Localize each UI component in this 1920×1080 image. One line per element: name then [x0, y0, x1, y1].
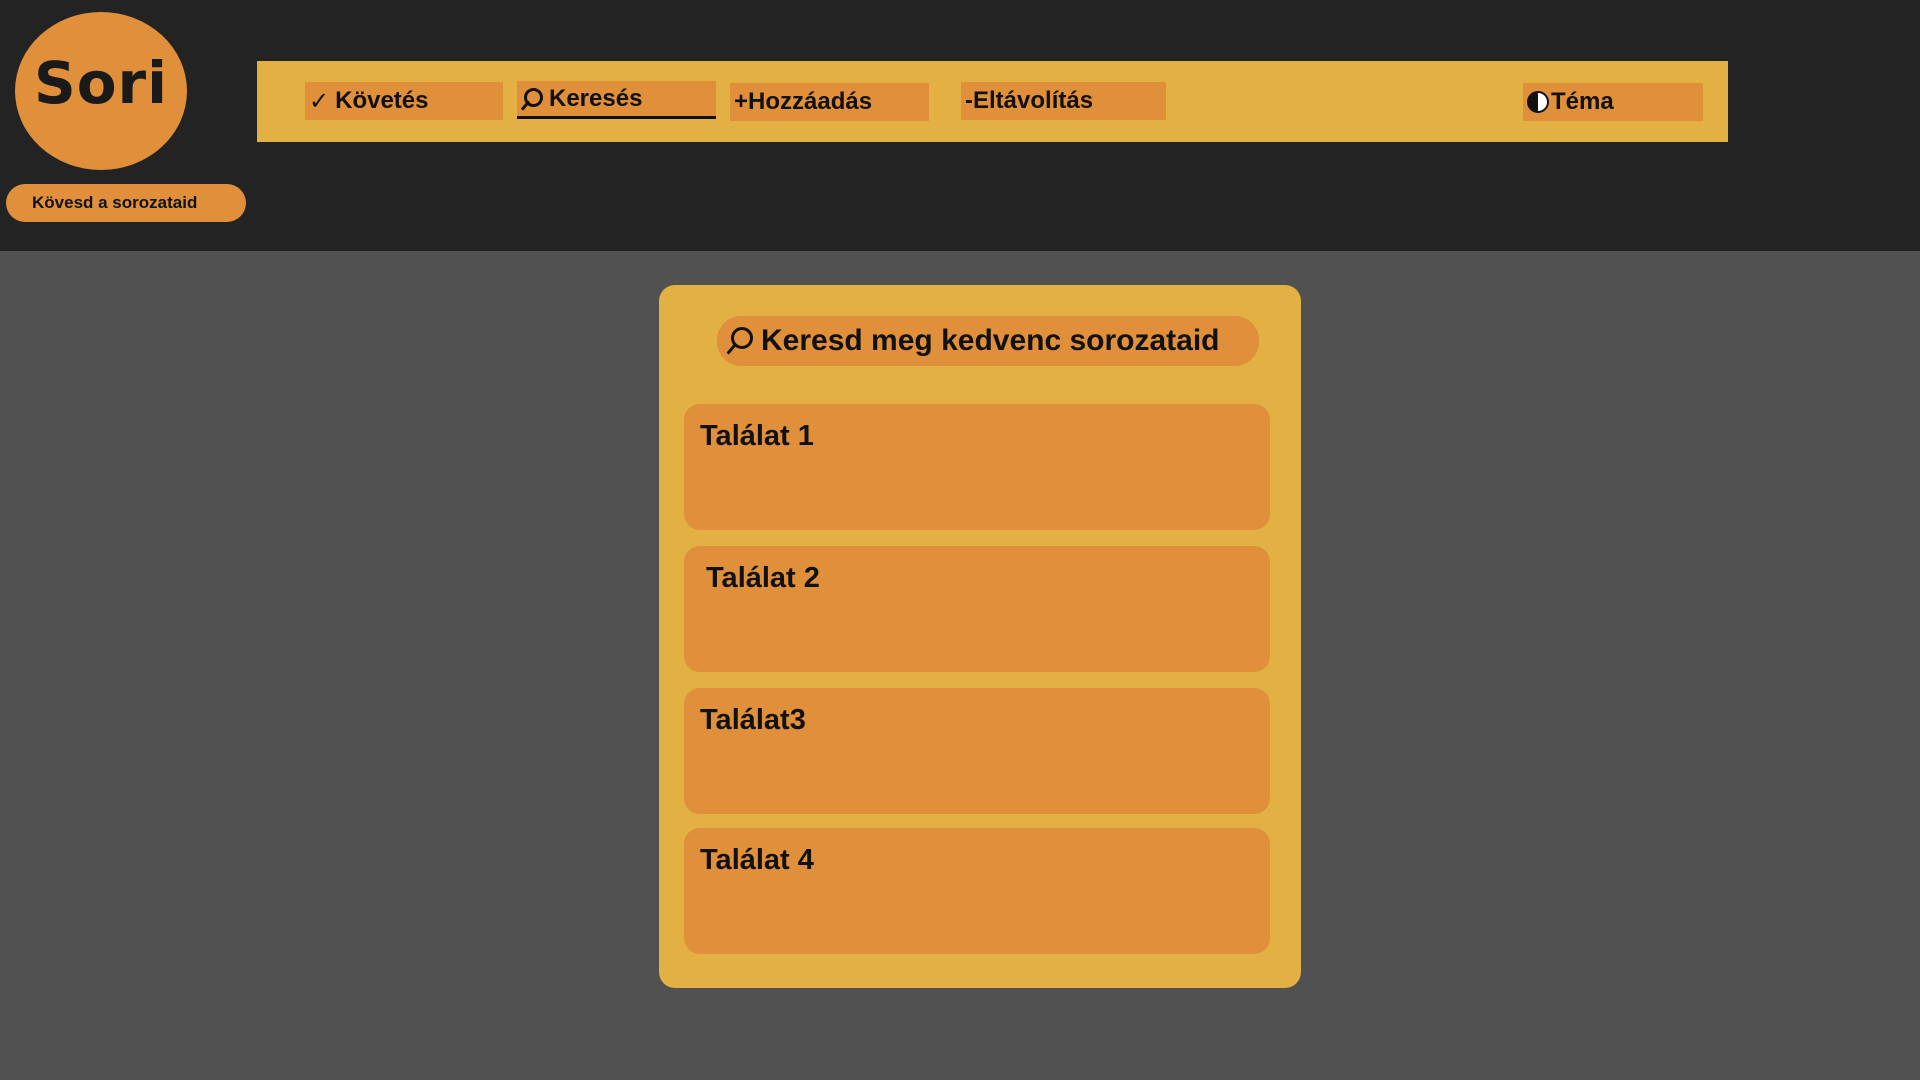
nav-theme-button[interactable]: Téma: [1523, 83, 1703, 121]
plus-icon: +: [734, 88, 749, 115]
nav-remove-label: Eltávolítás: [973, 87, 1094, 114]
half-circle-icon: [1527, 91, 1549, 113]
search-icon: [521, 87, 543, 111]
result-item[interactable]: Találat 4: [684, 828, 1270, 954]
result-item[interactable]: Találat3: [684, 688, 1270, 814]
result-label: Találat 1: [700, 420, 814, 452]
nav-follow-button[interactable]: ✓ Követés: [305, 82, 503, 120]
result-label: Találat3: [700, 704, 806, 736]
nav-follow-label: Követés: [335, 87, 429, 114]
result-item[interactable]: Találat 1: [684, 404, 1270, 530]
nav-remove-button[interactable]: - Eltávolítás: [961, 82, 1166, 120]
logo[interactable]: Sori: [15, 12, 187, 170]
result-item[interactable]: Találat 2: [684, 546, 1270, 672]
nav-search-button[interactable]: Keresés: [517, 81, 716, 119]
nav-bar: ✓ Követés Keresés + Hozzáadás - Eltávolí…: [257, 61, 1728, 142]
nav-search-label: Keresés: [549, 84, 643, 112]
tagline: Kövesd a sorozataid: [6, 184, 246, 222]
result-label: Találat 2: [706, 562, 820, 594]
search-input[interactable]: Keresd meg kedvenc sorozataid: [717, 316, 1259, 366]
search-icon: [727, 326, 753, 356]
search-placeholder: Keresd meg kedvenc sorozataid: [761, 324, 1220, 357]
minus-icon: -: [965, 87, 973, 114]
check-icon: ✓: [309, 87, 330, 115]
app-header: Sori Kövesd a sorozataid ✓ Követés Keres…: [0, 0, 1920, 251]
logo-text: Sori: [33, 49, 169, 117]
search-panel: Keresd meg kedvenc sorozataid Találat 1 …: [659, 285, 1301, 988]
nav-add-label: Hozzáadás: [748, 88, 873, 115]
nav-add-button[interactable]: + Hozzáadás: [730, 83, 929, 121]
result-label: Találat 4: [700, 844, 814, 876]
nav-theme-label: Téma: [1551, 88, 1614, 115]
